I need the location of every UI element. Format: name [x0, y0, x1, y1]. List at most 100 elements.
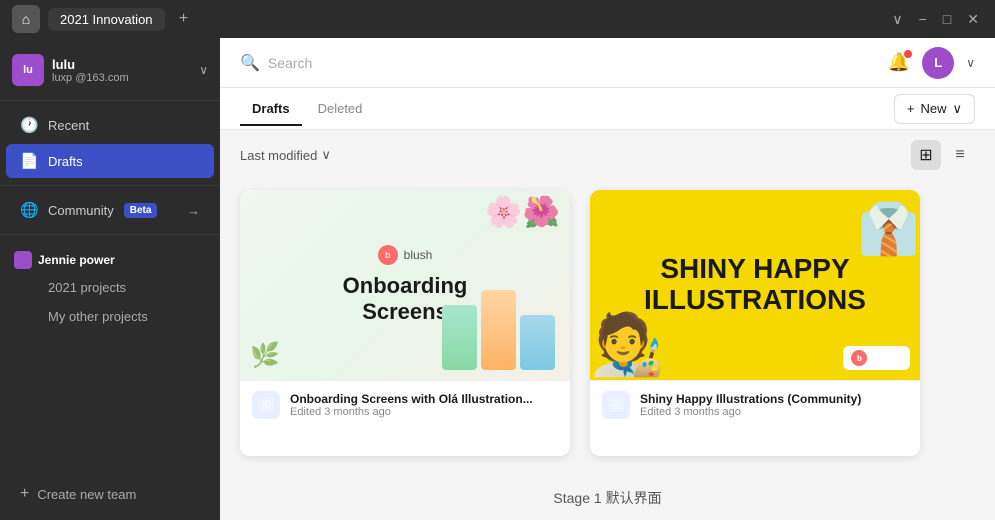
- add-tab-button[interactable]: +: [173, 8, 195, 30]
- notification-dot: [904, 50, 912, 58]
- create-new-team-button[interactable]: + Create new team: [6, 477, 214, 511]
- plus-new-icon: +: [907, 101, 915, 116]
- home-button[interactable]: ⌂: [12, 5, 40, 33]
- search-input[interactable]: Search: [268, 55, 312, 71]
- user-info: lulu luxp @163.com: [52, 57, 191, 84]
- recent-label: Recent: [48, 118, 89, 133]
- user-avatar-header[interactable]: L: [922, 47, 954, 79]
- card-1-footer: 🖼 Onboarding Screens with Olá Illustrati…: [240, 380, 570, 429]
- notification-button[interactable]: 🔔: [888, 52, 910, 73]
- team-icon: [14, 251, 32, 269]
- card-2-icon: 🖼: [602, 391, 630, 419]
- blush-logo-icon: b: [378, 245, 398, 265]
- view-toggles: ⊞ ≡: [911, 140, 975, 170]
- blush-badge: b Blush: [843, 346, 910, 370]
- card-1-thumbnail: 🌸🌺 🌿 b blush Onboarding Screens: [240, 190, 570, 380]
- add-icon: +: [179, 10, 188, 28]
- home-icon: ⌂: [22, 11, 30, 27]
- beta-badge: Beta: [124, 203, 158, 218]
- avatar-letter-header: L: [934, 55, 942, 70]
- sidebar: lu lulu luxp @163.com ∨ 🕐 Recent 📄 Draft…: [0, 38, 220, 520]
- grid-view-button[interactable]: ⊞: [911, 140, 941, 170]
- current-tab[interactable]: 2021 Innovation: [48, 8, 165, 31]
- community-label: Community: [48, 203, 114, 218]
- card-1-meta: Edited 3 months ago: [290, 406, 558, 418]
- subitem-2-label: My other projects: [48, 309, 148, 324]
- tab-deleted[interactable]: Deleted: [306, 93, 375, 126]
- main-layout: lu lulu luxp @163.com ∨ 🕐 Recent 📄 Draft…: [0, 38, 995, 520]
- blush-logo-label: blush: [404, 248, 433, 262]
- plus-icon: +: [20, 485, 29, 503]
- card-1-icon: 🖼: [252, 391, 280, 419]
- flowers-decoration: 🌸🌺: [485, 195, 560, 230]
- new-chevron-icon: ∨: [952, 101, 962, 117]
- card-2-thumbnail: 🧑‍🎨 👔 SHINY HAPPY ILLUSTRATIONS b Blush: [590, 190, 920, 380]
- avatar: lu: [12, 54, 44, 86]
- grid-icon: ⊞: [919, 145, 932, 165]
- file-icon-2: 🖼: [608, 397, 625, 413]
- maximize-icon[interactable]: □: [939, 7, 955, 31]
- tab-label: 2021 Innovation: [60, 12, 153, 27]
- content-area: 🔍 Search 🔔 L ∨ Drafts Deleted: [220, 38, 995, 520]
- search-icon: 🔍: [240, 53, 260, 73]
- sidebar-item-2021-projects[interactable]: 2021 projects: [6, 274, 214, 301]
- window-controls: ∨ − □ ✕: [888, 7, 983, 32]
- avatar-letter: lu: [23, 64, 33, 76]
- user-chevron-header-icon[interactable]: ∨: [966, 56, 975, 70]
- clock-icon: 🕐: [20, 116, 38, 134]
- card-2-meta: Edited 3 months ago: [640, 406, 908, 418]
- search-bar: 🔍 Search: [240, 53, 872, 73]
- drafts-label: Drafts: [48, 154, 83, 169]
- close-icon[interactable]: ✕: [963, 7, 983, 32]
- sidebar-user[interactable]: lu lulu luxp @163.com ∨: [0, 46, 220, 94]
- leaf-decoration: 🌿: [250, 341, 280, 370]
- tab-drafts[interactable]: Drafts: [240, 93, 302, 126]
- username: lulu: [52, 57, 191, 72]
- sidebar-section-jennie: Jennie power: [0, 241, 220, 273]
- card-2-thumb-title: SHINY HAPPY ILLUSTRATIONS: [644, 254, 866, 316]
- cards-grid: 🌸🌺 🌿 b blush Onboarding Screens: [220, 180, 995, 476]
- sort-button[interactable]: Last modified ∨: [240, 147, 331, 163]
- sort-label: Last modified: [240, 148, 317, 163]
- list-view-button[interactable]: ≡: [945, 140, 975, 170]
- subitem-1-label: 2021 projects: [48, 280, 126, 295]
- card-2[interactable]: 🧑‍🎨 👔 SHINY HAPPY ILLUSTRATIONS b Blush: [590, 190, 920, 456]
- minimize-icon[interactable]: −: [915, 7, 931, 31]
- mobile-screens-decoration: [442, 290, 555, 370]
- tab-deleted-label: Deleted: [318, 101, 363, 116]
- new-button[interactable]: + New ∨: [894, 94, 975, 124]
- card-1-title: Onboarding Screens with Olá Illustration…: [290, 392, 558, 406]
- mobile-screen-3: [520, 315, 555, 370]
- sort-chevron-icon: ∨: [321, 147, 331, 163]
- sidebar-item-drafts[interactable]: 📄 Drafts: [6, 144, 214, 178]
- mobile-screen-2: [481, 290, 516, 370]
- header-actions: 🔔 L ∨: [888, 47, 975, 79]
- user-chevron-icon: ∨: [199, 63, 208, 77]
- card-1-info: Onboarding Screens with Olá Illustration…: [290, 392, 558, 418]
- sidebar-divider-2: [0, 185, 220, 186]
- document-icon: 📄: [20, 152, 38, 170]
- sidebar-divider: [0, 100, 220, 101]
- sidebar-item-recent[interactable]: 🕐 Recent: [6, 108, 214, 142]
- blush-badge-logo-icon: b: [851, 350, 867, 366]
- tab-drafts-label: Drafts: [252, 101, 290, 116]
- card-2-footer: 🖼 Shiny Happy Illustrations (Community) …: [590, 380, 920, 429]
- sidebar-item-community[interactable]: 🌐 Community Beta →: [6, 193, 214, 227]
- create-team-label: Create new team: [37, 487, 136, 502]
- community-arrow-icon: →: [187, 203, 200, 218]
- blush-logo-row: b blush: [343, 245, 468, 265]
- card-2-info: Shiny Happy Illustrations (Community) Ed…: [640, 392, 908, 418]
- tabs-bar: Drafts Deleted + New ∨: [220, 88, 995, 130]
- stage-label: Stage 1 默认界面: [220, 476, 995, 520]
- blush-badge-label: Blush: [871, 352, 902, 364]
- chevron-down-icon[interactable]: ∨: [888, 7, 906, 32]
- section-label: Jennie power: [38, 253, 115, 267]
- card-2-title: Shiny Happy Illustrations (Community): [640, 392, 908, 406]
- content-header: 🔍 Search 🔔 L ∨: [220, 38, 995, 88]
- file-icon: 🖼: [258, 397, 275, 413]
- toolbar: Last modified ∨ ⊞ ≡: [220, 130, 995, 180]
- mobile-screen-1: [442, 305, 477, 370]
- card-1[interactable]: 🌸🌺 🌿 b blush Onboarding Screens: [240, 190, 570, 456]
- sidebar-item-other-projects[interactable]: My other projects: [6, 303, 214, 330]
- user-email: luxp @163.com: [52, 72, 191, 84]
